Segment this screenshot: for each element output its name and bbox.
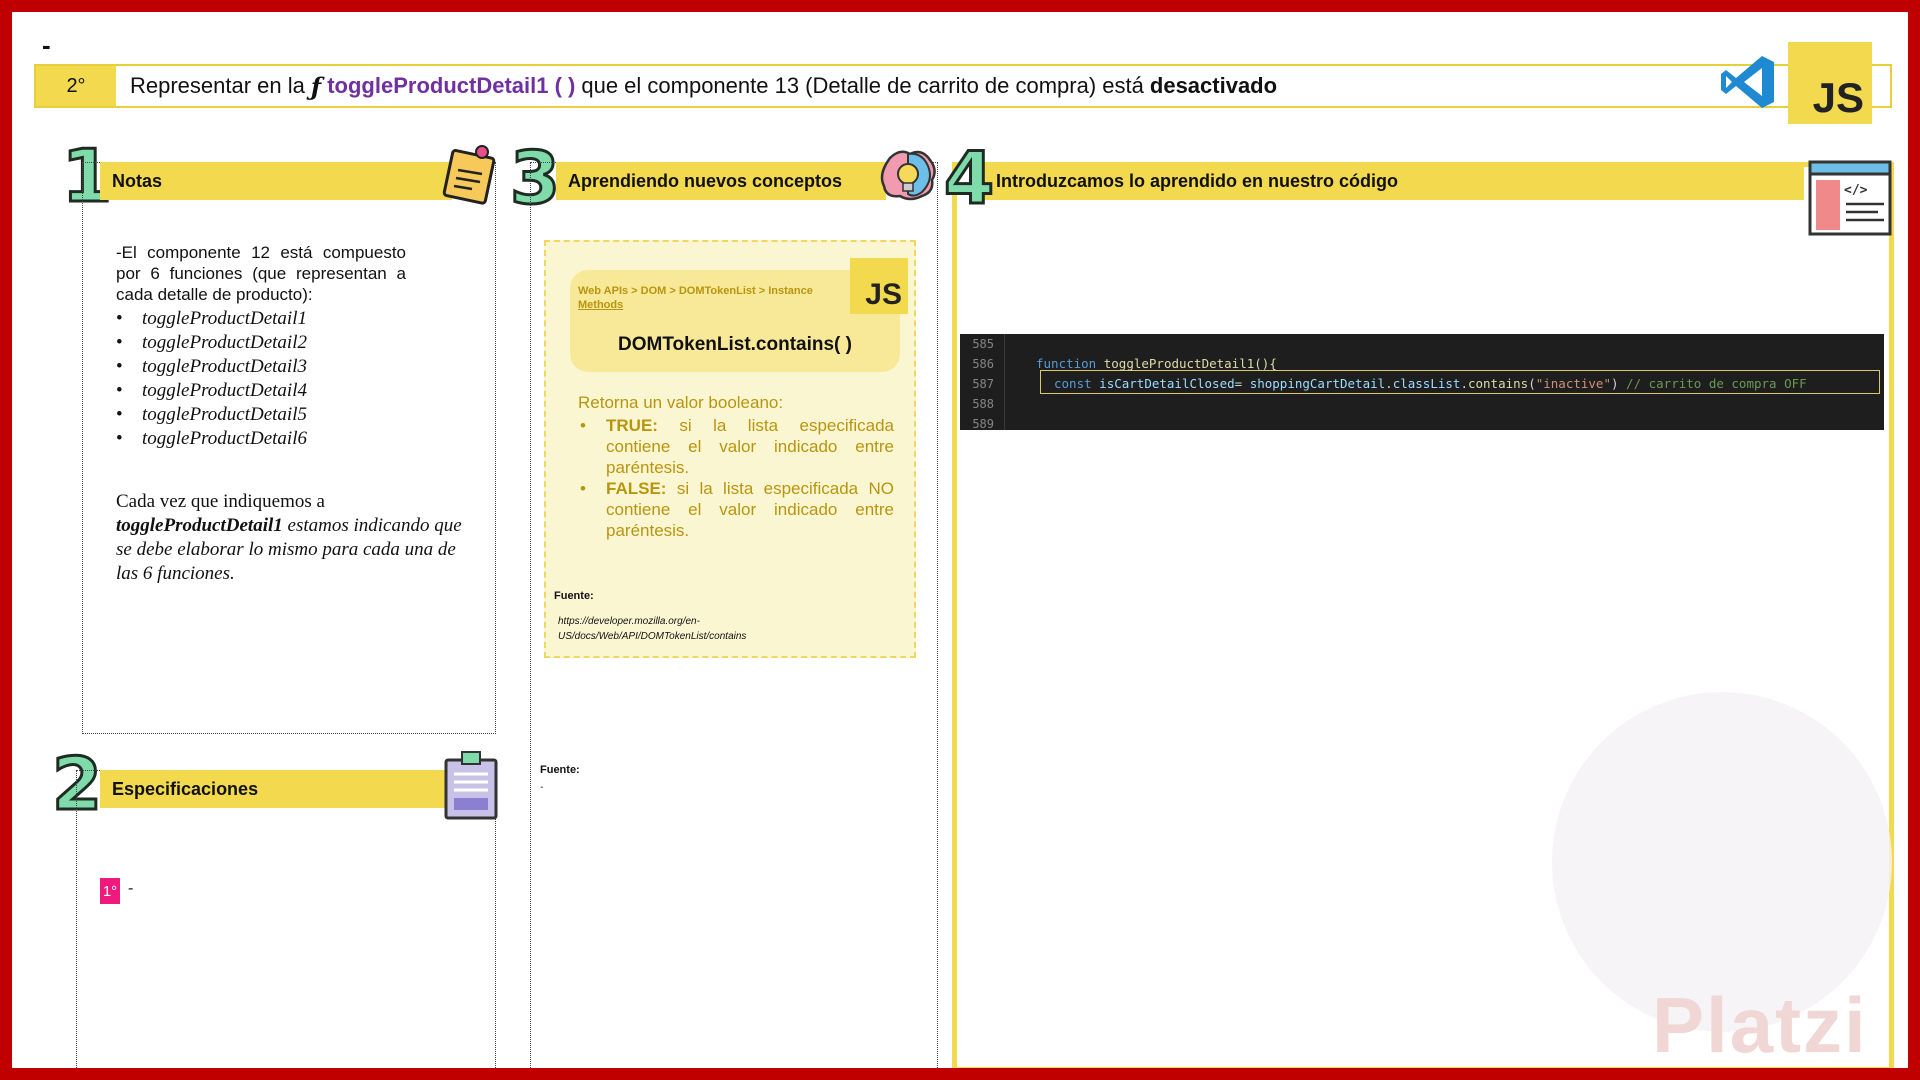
step-badge: 2°	[36, 66, 116, 106]
concepts-title: Aprendiendo nuevos conceptos	[556, 162, 886, 200]
keyword: function	[1036, 356, 1097, 371]
method-name: DOMTokenList.contains( )	[618, 334, 852, 355]
notes-paragraph: Cada vez que indiquemos a toggleProductD…	[116, 490, 466, 586]
list-item-text: toggleProductDetail5	[142, 404, 307, 425]
line-number: 585	[972, 337, 994, 351]
list-item-text: toggleProductDetail1	[142, 308, 307, 329]
code-editor: 585 586 587 588 589 function toggleProdu…	[960, 334, 1884, 431]
concept-intro: Retorna un valor booleano:	[578, 393, 784, 412]
list-item-text: toggleProductDetail3	[142, 356, 307, 377]
notes-intro: -El componente 12 está compuesto por 6 f…	[116, 243, 406, 304]
source2-value: -	[540, 782, 544, 793]
js-logo: JS	[1788, 42, 1872, 124]
list-item-text: toggleProductDetail4	[142, 380, 307, 401]
source2-label: Fuente:	[540, 764, 580, 776]
line-number: 588	[972, 397, 994, 411]
function-name: toggleProductDetail1	[1103, 356, 1255, 371]
code-line: 589	[960, 414, 1884, 434]
keyword: const	[1054, 376, 1092, 391]
bullet: •	[580, 416, 586, 435]
specs-title: Especificaciones	[100, 770, 452, 808]
sticky-note-icon	[442, 145, 496, 205]
variable: isCartDetailClosed	[1099, 376, 1235, 391]
spec-step-badge: 1°	[100, 878, 120, 904]
header-bar: 2° Representar en la ƒ toggleProductDeta…	[34, 64, 1892, 108]
slide-frame: - 2° Representar en la ƒ toggleProductDe…	[0, 0, 1920, 1080]
header-text-bold: desactivado	[1149, 73, 1278, 98]
list-item: • toggleProductDetail2	[116, 331, 406, 355]
concept-list: • TRUE: si la lista especificada contiene…	[578, 415, 894, 541]
function-symbol: ƒ	[310, 71, 322, 101]
bullet: •	[116, 308, 123, 329]
bullet: •	[116, 356, 123, 377]
source-url[interactable]: https://developer.mozilla.org/en-US/docs…	[558, 614, 768, 644]
notes-para-bold: toggleProductDetail1	[116, 515, 283, 536]
code-line: 585	[960, 334, 1884, 354]
svg-text:</>: </>	[1844, 183, 1868, 198]
breadcrumb: Web APIs > DOM > DOMTokenList > Instance…	[578, 284, 848, 312]
breadcrumb-path: Web APIs > DOM > DOMTokenList > Instance	[578, 285, 813, 297]
header-function-name: toggleProductDetail1 ( )	[327, 73, 576, 98]
paren-close: )	[1610, 376, 1619, 391]
concept-description: Retorna un valor booleano: • TRUE: si la …	[578, 392, 894, 541]
list-item: • toggleProductDetail6	[116, 427, 406, 451]
list-item-text: toggleProductDetail6	[142, 428, 307, 449]
bullet: •	[580, 479, 586, 498]
object: shoppingCartDetail	[1249, 376, 1386, 391]
concept-card-box: Web APIs > DOM > DOMTokenList > Instance…	[544, 240, 916, 658]
js-logo-small: JS	[850, 258, 908, 314]
code-line-586: function toggleProductDetail1(){	[1036, 356, 1277, 371]
concept-item-bold: FALSE:	[606, 479, 667, 498]
method: contains	[1467, 376, 1529, 391]
notes-content: -El componente 12 está compuesto por 6 f…	[116, 242, 406, 451]
header-text-before: Representar en la	[130, 73, 305, 98]
specs-box	[76, 770, 496, 1068]
list-item: • toggleProductDetail3	[116, 355, 406, 379]
list-item: • TRUE: si la lista especificada contiene…	[578, 415, 894, 478]
dot: .	[1460, 376, 1468, 391]
string: "inactive"	[1535, 376, 1611, 391]
bullet: •	[116, 380, 123, 401]
source-label: Fuente:	[554, 590, 594, 602]
code-line: 588	[960, 394, 1884, 414]
bullet: •	[116, 428, 123, 449]
bullet: •	[116, 404, 123, 425]
operator: =	[1234, 376, 1243, 391]
paren-open: (	[1528, 376, 1536, 391]
platzi-watermark: Platzi	[1652, 981, 1868, 1069]
header-text-middle: que el componente 13 (Detalle de carrito…	[581, 73, 1144, 98]
comment: // carrito de compra OFF	[1626, 376, 1807, 391]
panel-number-4: 4	[942, 136, 995, 220]
code-line-587: const isCartDetailClosed= shoppingCartDe…	[1054, 376, 1807, 391]
line-number: 589	[972, 417, 994, 431]
clipboard-icon	[444, 751, 498, 820]
notes-title: Notas	[100, 162, 452, 200]
concept-item-bold: TRUE:	[606, 416, 658, 435]
list-item: • toggleProductDetail5	[116, 403, 406, 427]
notes-list: • toggleProductDetail1 • toggleProductDeta…	[116, 307, 406, 451]
concept-card: Web APIs > DOM > DOMTokenList > Instance…	[570, 258, 908, 372]
breadcrumb-link[interactable]: Methods	[578, 299, 623, 311]
notes-para-start: Cada vez que indiquemos a	[116, 491, 325, 512]
punctuation: (){	[1254, 356, 1277, 371]
dot: .	[1385, 376, 1393, 391]
top-dash: -	[42, 30, 51, 60]
list-item: • toggleProductDetail4	[116, 379, 406, 403]
property: classList	[1392, 376, 1461, 391]
vscode-icon	[1721, 56, 1774, 108]
list-item: • toggleProductDetail1	[116, 307, 406, 331]
code-title: Introduzcamos lo aprendido en nuestro có…	[984, 162, 1804, 200]
list-item: • FALSE: si la lista especificada NO cont…	[578, 478, 894, 541]
header-text: Representar en la ƒ toggleProductDetail1…	[116, 72, 1277, 101]
bullet: •	[116, 332, 123, 353]
line-number: 586	[972, 357, 994, 371]
brain-lightbulb-icon	[880, 150, 936, 201]
list-item-text: toggleProductDetail2	[142, 332, 307, 353]
line-number: 587	[972, 377, 994, 391]
code-window-icon: </>	[1808, 160, 1892, 236]
spec-value: -	[128, 880, 134, 897]
